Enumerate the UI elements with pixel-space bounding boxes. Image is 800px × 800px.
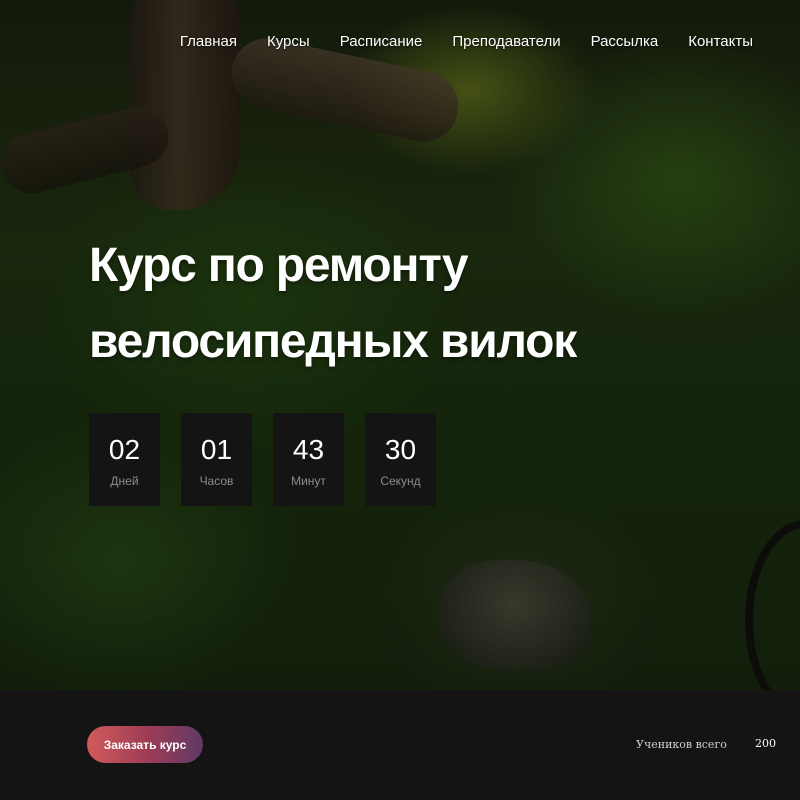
students-total-count: 200 bbox=[755, 737, 776, 750]
countdown-seconds: 30 Секунд bbox=[365, 413, 436, 506]
countdown-value: 01 bbox=[200, 434, 233, 465]
nav-item-newsletter[interactable]: Рассылка bbox=[591, 33, 659, 50]
countdown-minutes: 43 Минут bbox=[273, 413, 344, 506]
nav-item-teachers[interactable]: Преподаватели bbox=[452, 33, 560, 50]
page-title-line: велосипедных вилок bbox=[89, 315, 577, 368]
students-total-label: Учеников всего bbox=[636, 738, 727, 751]
countdown-value: 02 bbox=[108, 434, 141, 465]
nav-item-schedule[interactable]: Расписание bbox=[340, 33, 423, 50]
nav-item-courses[interactable]: Курсы bbox=[267, 33, 310, 50]
countdown-hours: 01 Часов bbox=[181, 413, 252, 506]
countdown-label: Дней bbox=[110, 474, 139, 488]
countdown-value: 30 bbox=[384, 434, 417, 465]
countdown-value: 43 bbox=[292, 434, 325, 465]
countdown-timer: 02 Дней 01 Часов 43 Минут 30 Секунд bbox=[89, 413, 436, 506]
order-course-button[interactable]: Заказать курс bbox=[87, 726, 203, 763]
page-title: Курс по ремонту велосипедных вилок bbox=[89, 228, 649, 380]
page-title-line: Курс по ремонту bbox=[89, 239, 469, 292]
countdown-label: Минут bbox=[291, 474, 326, 488]
hero-section: Главная Курсы Расписание Преподаватели Р… bbox=[0, 0, 800, 690]
countdown-label: Секунд bbox=[380, 474, 421, 488]
nav-item-home[interactable]: Главная bbox=[180, 33, 237, 50]
nav-item-contacts[interactable]: Контакты bbox=[688, 33, 753, 50]
countdown-label: Часов bbox=[199, 474, 234, 488]
main-nav: Главная Курсы Расписание Преподаватели Р… bbox=[180, 33, 753, 50]
countdown-days: 02 Дней bbox=[89, 413, 160, 506]
bottom-bar: Заказать курс Учеников всего 200 bbox=[0, 690, 800, 800]
